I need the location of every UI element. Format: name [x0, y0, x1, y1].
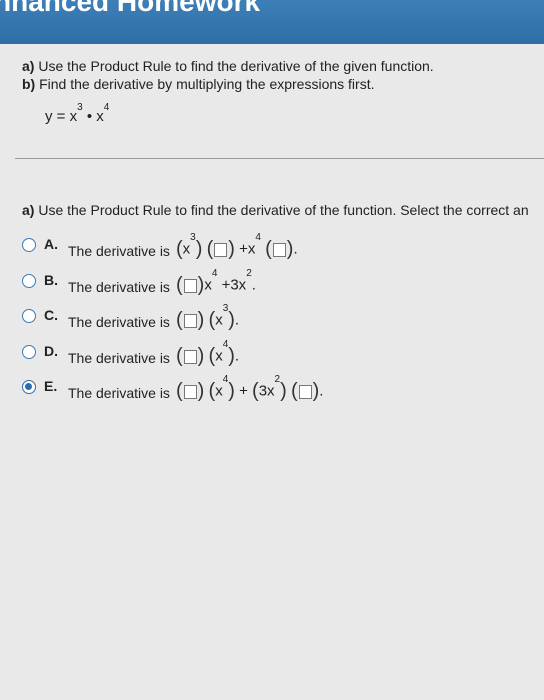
option-letter-b: B.: [44, 272, 58, 288]
option-letter-d: D.: [44, 343, 58, 359]
radio-button-b[interactable]: [22, 274, 36, 288]
instructions: a) Use the Product Rule to find the deri…: [22, 57, 434, 93]
option-text-d: The derivative is: [68, 350, 170, 366]
radio-button-d[interactable]: [22, 345, 36, 359]
answer-box-e2[interactable]: [298, 384, 312, 399]
section-divider: [15, 158, 544, 159]
answer-box-a1[interactable]: [214, 242, 228, 257]
option-expression-e: () (x4) + (3x2) ().: [176, 374, 324, 402]
option-letter-a: A.: [44, 236, 58, 252]
radio-button-c[interactable]: [22, 309, 36, 323]
option-letter-e: E.: [44, 378, 58, 394]
header-bar: nhanced Homework: [0, 0, 544, 44]
answer-box-a2[interactable]: [272, 242, 286, 257]
answer-box-e1[interactable]: [183, 384, 197, 399]
option-text-a: The derivative is: [68, 243, 170, 259]
radio-button-a[interactable]: [22, 238, 36, 252]
question-prompt: a) Use the Product Rule to find the deri…: [22, 202, 529, 218]
instruction-b: b) Find the derivative by multiplying th…: [22, 76, 375, 92]
answer-box-b1[interactable]: [183, 278, 197, 293]
option-expression-b: ()x4 +3x2.: [176, 268, 256, 296]
option-text-c: The derivative is: [68, 314, 170, 330]
option-text-e: The derivative is: [68, 385, 170, 401]
option-expression-c: () (x3).: [176, 303, 240, 331]
instruction-a: a) Use the Product Rule to find the deri…: [22, 58, 434, 74]
option-expression-a: (x3) () +x4 ().: [176, 232, 298, 260]
option-text-b: The derivative is: [68, 279, 170, 295]
option-expression-d: () (x4).: [176, 339, 240, 367]
answer-box-d1[interactable]: [183, 349, 197, 364]
header-title: nhanced Homework: [0, 0, 261, 17]
option-letter-c: C.: [44, 307, 58, 323]
given-function: y = x3 • x4: [45, 102, 110, 125]
answer-box-c1[interactable]: [183, 313, 197, 328]
radio-button-e[interactable]: [22, 380, 36, 394]
